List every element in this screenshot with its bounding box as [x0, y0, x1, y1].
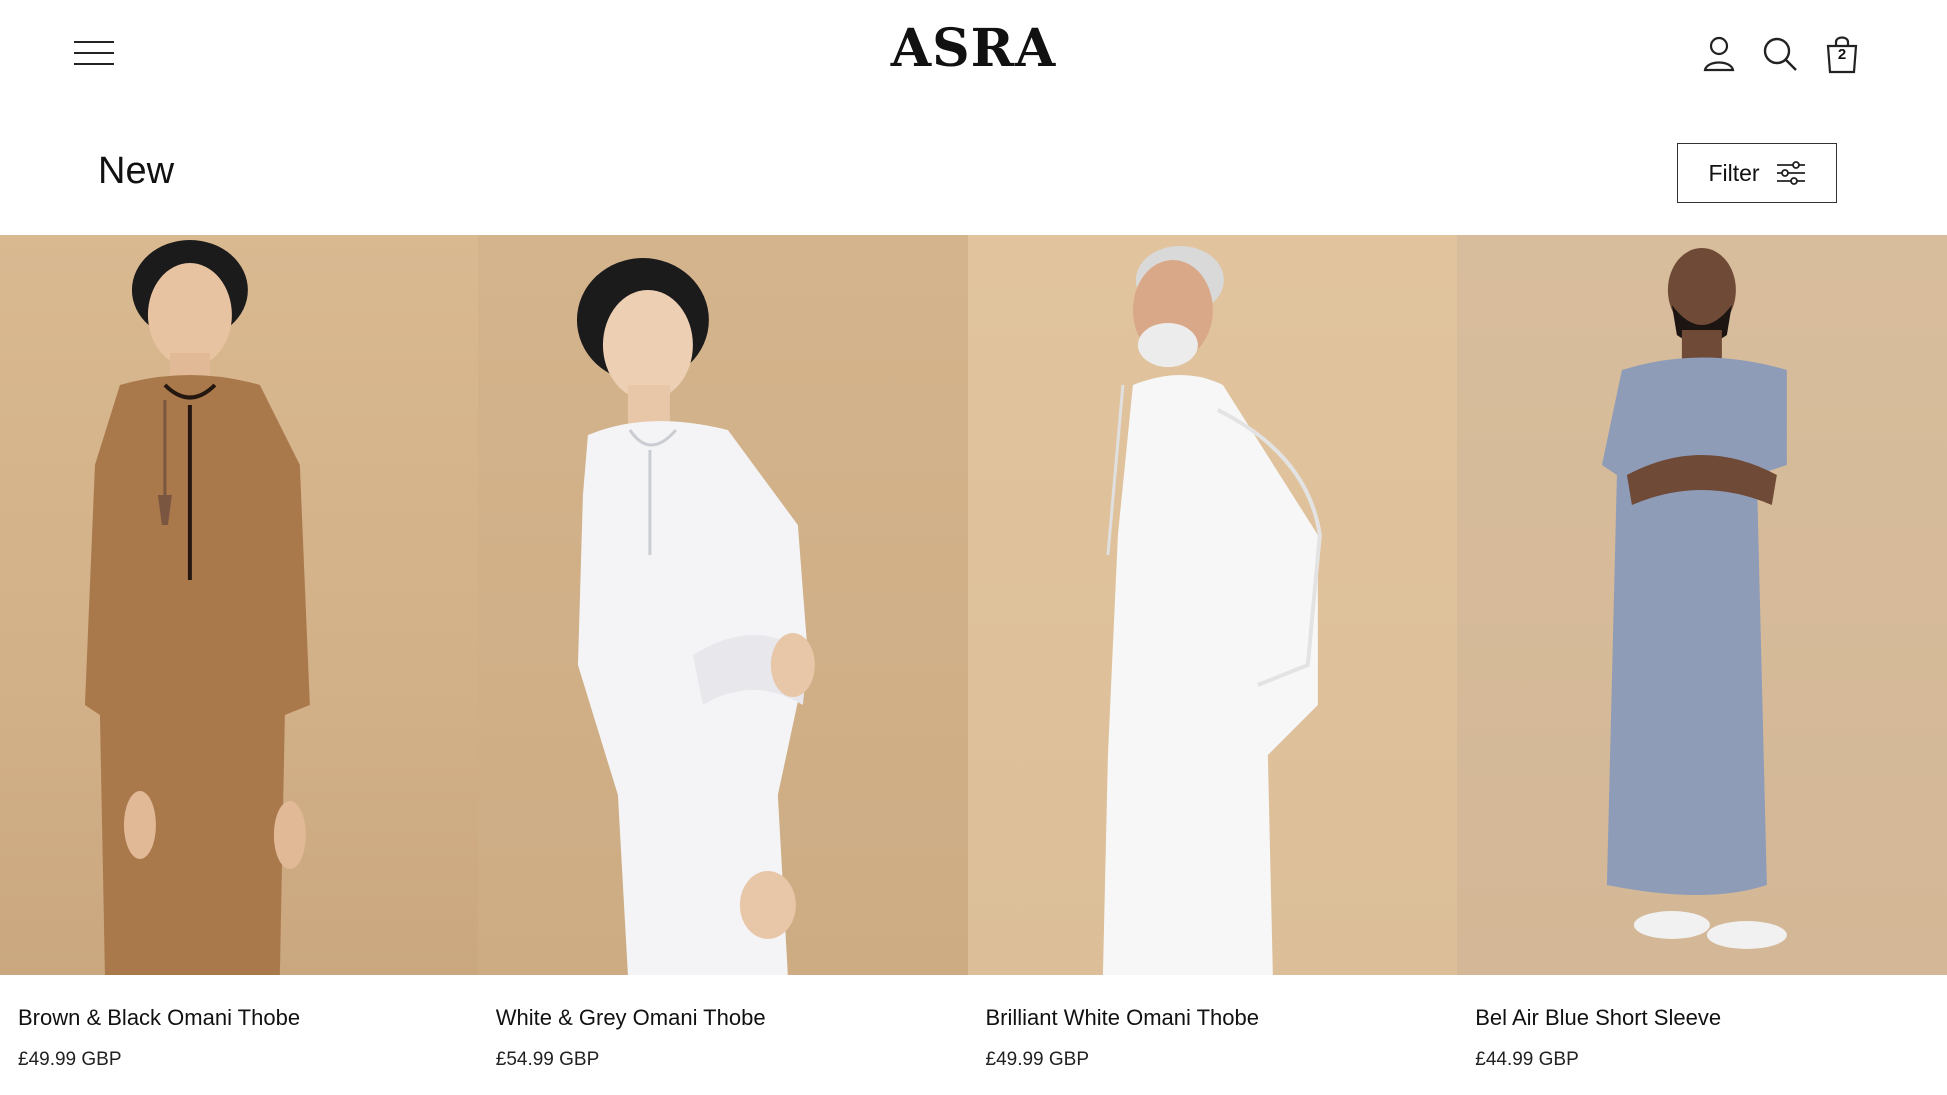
collection-toolbar: New Filter [0, 110, 1947, 235]
product-card[interactable]: Brilliant White Omani Thobe £49.99 GBP [967, 235, 1458, 1095]
sliders-icon [1776, 161, 1805, 185]
product-price: £44.99 GBP [1475, 1049, 1579, 1070]
search-icon[interactable] [1758, 32, 1802, 76]
product-image[interactable] [967, 235, 1458, 975]
cart-icon[interactable]: 2 [1820, 32, 1864, 76]
product-name[interactable]: White & Grey Omani Thobe [496, 1005, 766, 1031]
brand-name: ASRA [890, 18, 1057, 79]
product-price: £49.99 GBP [18, 1049, 122, 1070]
product-grid: Brown & Black Omani Thobe £49.99 GBP Whi… [0, 235, 1947, 1095]
product-name[interactable]: Bel Air Blue Short Sleeve [1475, 1005, 1721, 1031]
product-price: £54.99 GBP [495, 1049, 600, 1070]
cart-count-badge: 2 [1837, 46, 1847, 63]
page-title: New [98, 150, 175, 192]
filter-label: Filter [1708, 159, 1760, 186]
product-image[interactable] [1457, 235, 1947, 975]
product-image[interactable] [0, 235, 478, 975]
site-header: ASRA 2 [0, 0, 1947, 110]
product-name[interactable]: Brown & Black Omani Thobe [18, 1005, 300, 1031]
brand-logo[interactable]: ASRA [0, 18, 1947, 79]
product-name[interactable]: Brilliant White Omani Thobe [986, 1005, 1260, 1031]
product-card[interactable]: Bel Air Blue Short Sleeve £44.99 GBP [1457, 235, 1947, 1095]
product-card[interactable]: Brown & Black Omani Thobe £49.99 GBP [0, 235, 478, 1095]
product-card[interactable]: White & Grey Omani Thobe £54.99 GBP [477, 235, 968, 1095]
product-image[interactable] [477, 235, 968, 975]
account-icon[interactable] [1697, 32, 1741, 76]
product-price: £49.99 GBP [985, 1049, 1090, 1070]
filter-button[interactable]: Filter [1677, 143, 1837, 203]
